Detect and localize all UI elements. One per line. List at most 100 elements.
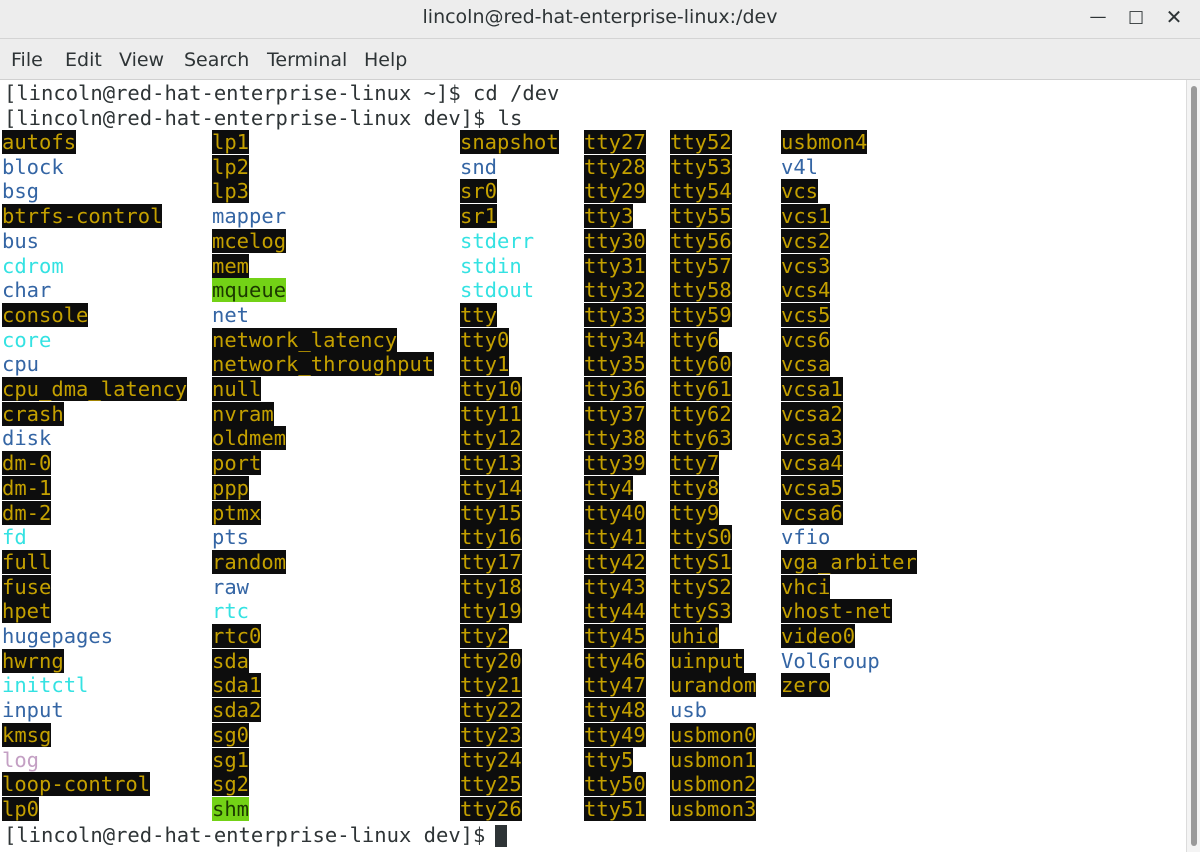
ls-entry: kmsg — [2, 722, 52, 747]
ls-entry: vcs2 — [781, 228, 831, 253]
ls-entry: tty54 — [670, 179, 732, 204]
ls-entry: vcs — [781, 179, 819, 204]
minimize-icon[interactable]: — — [1084, 4, 1112, 30]
ls-entry: video0 — [781, 624, 856, 648]
scrollbar[interactable] — [1186, 80, 1200, 852]
menu-terminal[interactable]: Terminal — [267, 39, 347, 79]
ls-entry: tty5 — [584, 747, 634, 772]
ls-entry: rtc — [212, 599, 250, 624]
ls-entry: tty41 — [584, 525, 646, 550]
ls-entry: tty28 — [584, 154, 646, 179]
ls-entry: console — [2, 302, 89, 327]
menu-search[interactable]: Search — [184, 39, 249, 79]
ls-entry: tty38 — [584, 426, 646, 451]
ls-entry: vcs3 — [781, 253, 831, 278]
ls-entry: tty52 — [670, 130, 732, 154]
ls-entry: tty34 — [584, 327, 646, 352]
ls-entry: tty24 — [460, 747, 522, 772]
title-bar: lincoln@red-hat-enterprise-linux:/dev — … — [0, 0, 1200, 39]
ls-entry: tty35 — [584, 352, 646, 377]
ls-entry: tty58 — [670, 278, 732, 303]
ls-entry: dm-0 — [2, 451, 52, 476]
menu-view[interactable]: View — [119, 39, 164, 79]
ls-entry: vcsa4 — [781, 451, 843, 476]
ls-entry: ttyS2 — [670, 574, 732, 599]
ls-entry: lp3 — [212, 179, 250, 204]
ls-entry: tty22 — [460, 698, 522, 723]
ls-entry: tty47 — [584, 673, 646, 698]
ls-entry: mapper — [212, 204, 287, 229]
ls-entry: tty21 — [460, 673, 522, 698]
ls-entry: fd — [2, 525, 27, 550]
ls-entry: tty44 — [584, 599, 646, 624]
ls-entry: usb — [670, 698, 708, 723]
ls-entry: tty13 — [460, 451, 522, 476]
ls-entry: disk — [2, 426, 52, 451]
ls-entry: tty30 — [584, 228, 646, 253]
ls-entry: vcsa6 — [781, 500, 843, 525]
ls-entry: loop-control — [2, 772, 151, 797]
ls-entry: hugepages — [2, 624, 114, 648]
ls-entry: network_throughput — [212, 352, 435, 377]
ls-entry: uhid — [670, 624, 720, 648]
ls-entry: tty48 — [584, 698, 646, 723]
maximize-icon[interactable]: □ — [1122, 4, 1150, 30]
ls-entry: usbmon3 — [670, 796, 757, 821]
ls-entry: port — [212, 451, 262, 476]
ls-entry: tty25 — [460, 772, 522, 797]
ls-entry: tty36 — [584, 377, 646, 401]
ls-entry: input — [2, 698, 64, 723]
menu-edit[interactable]: Edit — [65, 39, 102, 79]
ls-entry: tty60 — [670, 352, 732, 377]
ls-entry: usbmon1 — [670, 747, 757, 772]
ls-entry: tty42 — [584, 549, 646, 574]
ls-entry: uinput — [670, 648, 745, 673]
ls-entry: vga_arbiter — [781, 549, 917, 574]
ls-entry: tty11 — [460, 401, 522, 426]
ls-entry: vhci — [781, 574, 831, 599]
ls-entry: tty18 — [460, 574, 522, 599]
ls-entry: tty16 — [460, 525, 522, 550]
ls-entry: tty26 — [460, 796, 522, 821]
ls-entry: tty57 — [670, 253, 732, 278]
scrollbar-thumb[interactable] — [1191, 86, 1197, 846]
ls-entry: stdin — [460, 253, 522, 278]
ls-entry: zero — [781, 673, 831, 698]
ls-entry: tty45 — [584, 624, 646, 648]
ls-entry: cdrom — [2, 253, 64, 278]
ls-entry: dm-1 — [2, 475, 52, 500]
ls-entry: random — [212, 549, 287, 574]
menu-file[interactable]: File — [11, 39, 43, 79]
ls-entry: tty31 — [584, 253, 646, 278]
ls-entry: tty3 — [584, 204, 634, 229]
menu-help[interactable]: Help — [364, 39, 407, 79]
ls-entry: stderr — [460, 228, 535, 253]
ls-entry: tty43 — [584, 574, 646, 599]
ls-entry: tty4 — [584, 475, 634, 500]
ls-entry: usbmon4 — [781, 130, 868, 154]
ls-entry: vcsa2 — [781, 401, 843, 426]
ls-entry: null — [212, 377, 262, 401]
ls-entry: ttyS1 — [670, 549, 732, 574]
ls-entry: tty14 — [460, 475, 522, 500]
ls-entry: sr1 — [460, 204, 498, 229]
ls-entry: nvram — [212, 401, 274, 426]
close-icon[interactable]: ✕ — [1160, 4, 1188, 30]
ls-entry: tty37 — [584, 401, 646, 426]
ls-entry: tty29 — [584, 179, 646, 204]
ls-entry: sr0 — [460, 179, 498, 204]
ls-entry: sg2 — [212, 772, 250, 797]
ls-entry: vcsa1 — [781, 377, 843, 401]
ls-entry: vcs5 — [781, 302, 831, 327]
prompt-line: [lincoln@red-hat-enterprise-linux dev]$ — [4, 823, 498, 847]
ls-entry: tty8 — [670, 475, 720, 500]
ls-entry: stdout — [460, 278, 535, 303]
ls-entry: fuse — [2, 574, 52, 599]
ls-entry: tty63 — [670, 426, 732, 451]
ls-entry: ptmx — [212, 500, 262, 525]
ls-entry: usbmon0 — [670, 722, 757, 747]
ls-entry: usbmon2 — [670, 772, 757, 797]
ls-entry: tty23 — [460, 722, 522, 747]
ls-entry: vcsa5 — [781, 475, 843, 500]
ls-entry: ttyS3 — [670, 599, 732, 624]
